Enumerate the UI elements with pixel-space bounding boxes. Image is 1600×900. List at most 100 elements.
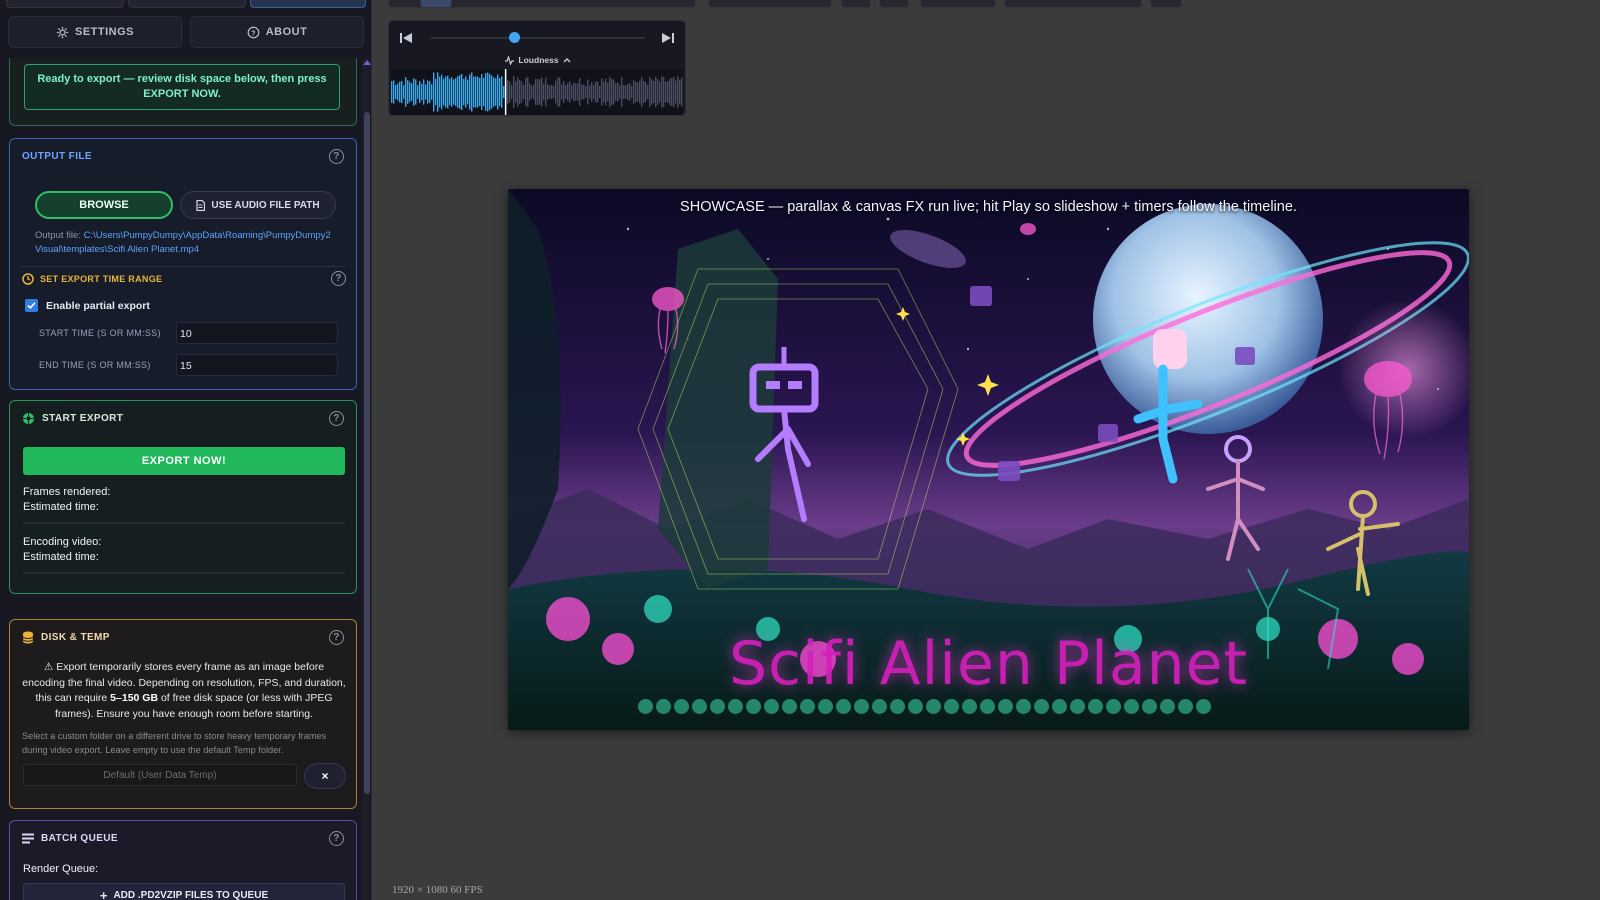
waveform-bar bbox=[525, 78, 527, 106]
waveform-bar bbox=[623, 85, 625, 99]
waveform-bar bbox=[635, 81, 637, 103]
clear-temp-folder-button[interactable]: × bbox=[304, 763, 346, 789]
toolbar-dropdown[interactable] bbox=[708, 0, 832, 8]
waveform-bar bbox=[495, 78, 497, 106]
slide-dot[interactable] bbox=[674, 699, 689, 714]
help-icon[interactable]: ? bbox=[331, 271, 346, 286]
toolbar-button[interactable] bbox=[1150, 0, 1182, 8]
slide-dot[interactable] bbox=[1034, 699, 1049, 714]
slide-dot[interactable] bbox=[1106, 699, 1121, 714]
scrollbar-thumb[interactable] bbox=[364, 112, 370, 794]
waveform-bar bbox=[405, 77, 407, 107]
toolbar-button[interactable] bbox=[879, 0, 909, 8]
slide-dot[interactable] bbox=[1160, 699, 1175, 714]
output-file-panel: OUTPUT FILE ? BROWSE USE AUDIO FILE PATH… bbox=[9, 138, 357, 390]
waveform[interactable] bbox=[391, 69, 683, 115]
skip-back-icon[interactable] bbox=[399, 31, 413, 45]
skip-forward-icon[interactable] bbox=[661, 31, 675, 45]
top-tab-1[interactable] bbox=[6, 0, 124, 8]
toolbar-active-tab[interactable] bbox=[420, 0, 452, 8]
export-now-button[interactable]: EXPORT NOW! bbox=[23, 447, 345, 475]
end-time-label: END TIME (S OR MM:SS) bbox=[39, 360, 151, 370]
waveform-bar bbox=[637, 82, 639, 102]
toolbar-search[interactable] bbox=[1004, 0, 1142, 8]
loudness-toggle[interactable]: Loudness bbox=[389, 55, 687, 65]
slide-dot[interactable] bbox=[944, 699, 959, 714]
help-icon[interactable]: ? bbox=[329, 410, 344, 426]
waveform-bar bbox=[491, 75, 493, 109]
help-icon[interactable]: ? bbox=[329, 830, 344, 846]
slide-dot[interactable] bbox=[1178, 699, 1193, 714]
seek-track[interactable] bbox=[431, 37, 645, 39]
slide-dot[interactable] bbox=[854, 699, 869, 714]
waveform-bar bbox=[475, 76, 477, 108]
slide-dot[interactable] bbox=[908, 699, 923, 714]
waveform-bar bbox=[415, 79, 417, 105]
waveform-bar bbox=[563, 81, 565, 103]
slide-dot[interactable] bbox=[1142, 699, 1157, 714]
slide-dot[interactable] bbox=[764, 699, 779, 714]
slide-dot[interactable] bbox=[1088, 699, 1103, 714]
slide-dot[interactable] bbox=[998, 699, 1013, 714]
waveform-bar bbox=[537, 79, 539, 105]
temp-folder-input[interactable]: Default (User Data Temp) bbox=[23, 764, 297, 786]
slide-dot[interactable] bbox=[746, 699, 761, 714]
waveform-bar bbox=[649, 77, 651, 107]
waveform-bar bbox=[521, 81, 523, 103]
settings-button[interactable]: SETTINGS bbox=[8, 16, 182, 48]
top-tab-strip bbox=[6, 0, 366, 10]
loudness-label: Loudness bbox=[518, 55, 559, 65]
slide-dot[interactable] bbox=[980, 699, 995, 714]
waveform-bar bbox=[411, 83, 413, 101]
scroll-up-arrow-icon[interactable] bbox=[363, 60, 371, 65]
slide-dot[interactable] bbox=[1196, 699, 1211, 714]
slide-dot[interactable] bbox=[818, 699, 833, 714]
waveform-bar bbox=[551, 85, 553, 99]
disk-warning-text: ⚠ Export temporarily stores every frame … bbox=[22, 660, 346, 722]
video-preview[interactable]: SHOWCASE — parallax & canvas FX run live… bbox=[508, 189, 1469, 730]
temp-folder-hint: Select a custom folder on a different dr… bbox=[22, 731, 327, 755]
start-time-input[interactable]: 10 bbox=[176, 322, 338, 344]
slide-dot[interactable] bbox=[728, 699, 743, 714]
top-tab-2[interactable] bbox=[128, 0, 246, 8]
about-button[interactable]: ? ABOUT bbox=[190, 16, 364, 48]
help-icon[interactable]: ? bbox=[329, 148, 344, 164]
end-time-input[interactable]: 15 bbox=[176, 354, 338, 376]
slide-dot[interactable] bbox=[638, 699, 653, 714]
add-to-queue-button[interactable]: + ADD .PD2VZIP FILES TO QUEUE bbox=[23, 883, 345, 900]
slide-dot[interactable] bbox=[1070, 699, 1085, 714]
help-icon[interactable]: ? bbox=[329, 629, 344, 645]
toolbar-button[interactable] bbox=[920, 0, 996, 8]
slide-dot[interactable] bbox=[926, 699, 941, 714]
toolbar-button[interactable] bbox=[841, 0, 871, 8]
waveform-bar bbox=[609, 76, 611, 108]
clock-icon bbox=[22, 272, 34, 285]
slide-dot[interactable] bbox=[872, 699, 887, 714]
slide-dot[interactable] bbox=[782, 699, 797, 714]
seek-knob[interactable] bbox=[508, 32, 520, 43]
waveform-bar bbox=[393, 80, 395, 104]
start-export-panel: START EXPORT ? EXPORT NOW! Frames render… bbox=[9, 400, 357, 594]
waveform-bar bbox=[473, 76, 475, 108]
partial-export-checkbox-row[interactable]: Enable partial export bbox=[25, 299, 150, 312]
playhead[interactable] bbox=[504, 69, 507, 115]
slide-dot[interactable] bbox=[800, 699, 815, 714]
slide-dot[interactable] bbox=[836, 699, 851, 714]
waveform-bar bbox=[569, 81, 571, 103]
waveform-bar bbox=[433, 72, 435, 112]
use-audio-path-button[interactable]: USE AUDIO FILE PATH bbox=[180, 191, 336, 219]
slide-dot[interactable] bbox=[1052, 699, 1067, 714]
waveform-bar bbox=[513, 76, 515, 108]
waveform-bar bbox=[523, 84, 525, 100]
slide-dot[interactable] bbox=[962, 699, 977, 714]
sidebar: SETTINGS ? ABOUT Ready to export — revie… bbox=[0, 0, 372, 900]
partial-export-checkbox[interactable] bbox=[25, 299, 38, 312]
slide-dot[interactable] bbox=[710, 699, 725, 714]
slide-dot[interactable] bbox=[656, 699, 671, 714]
top-tab-export[interactable] bbox=[250, 0, 366, 8]
browse-button[interactable]: BROWSE bbox=[35, 191, 173, 219]
slide-dot[interactable] bbox=[1016, 699, 1031, 714]
slide-dot[interactable] bbox=[692, 699, 707, 714]
slide-dot[interactable] bbox=[890, 699, 905, 714]
slide-dot[interactable] bbox=[1124, 699, 1139, 714]
